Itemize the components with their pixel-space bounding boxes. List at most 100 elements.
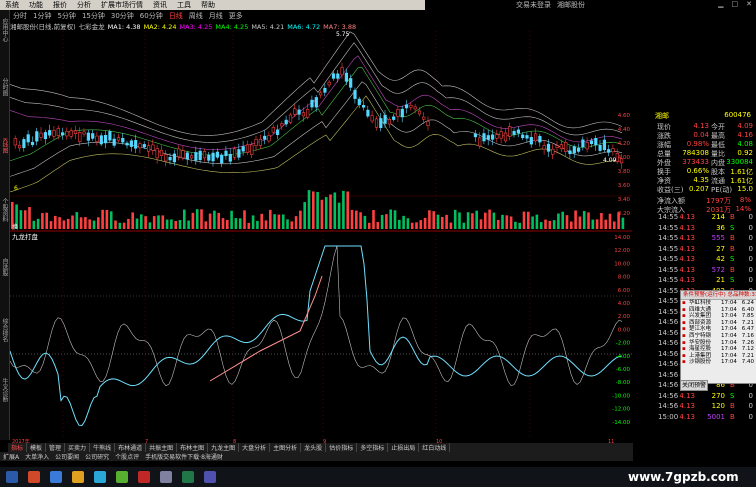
menu-item[interactable]: 帮助 <box>196 0 220 10</box>
indicator-tab[interactable]: 买卖力 <box>65 443 91 452</box>
indicator-tab[interactable]: 共振主图 <box>146 443 178 452</box>
candle-body <box>35 131 39 142</box>
period-tab[interactable]: 月线 <box>206 11 226 21</box>
alert-row[interactable]: 兴发集团 17:04 7.85 ▪ <box>681 313 756 320</box>
side-tab[interactable]: 个股资料 <box>0 198 9 222</box>
indicator-tab[interactable]: 模板 <box>27 443 47 452</box>
alert-name: 沙钢股份 <box>689 359 712 366</box>
side-tab[interactable]: 牛叉诊断 <box>0 378 9 402</box>
indicator-tab[interactable]: 红白动线 <box>419 443 451 452</box>
start-icon[interactable] <box>6 471 18 483</box>
indicator-tab[interactable]: 指标 <box>8 443 28 452</box>
alert-row[interactable]: 沙钢股份 17:04 7.40 ▪ <box>681 359 756 366</box>
indicator-tick: 2.00 <box>618 314 631 320</box>
period-tab[interactable]: 1分钟 <box>30 11 54 21</box>
volume-bar <box>281 214 285 229</box>
menu-item[interactable]: 功能 <box>24 0 48 10</box>
indicator-tab[interactable]: 布林通道 <box>115 443 147 452</box>
indicator-tab[interactable]: 估价指标 <box>326 443 358 452</box>
candle-body <box>422 116 426 120</box>
alert-popup[interactable]: 条件预警(运行中) 总品种数:333 华虹科技 17:04 6.24 ▪ 四维大通 17:… <box>680 290 756 384</box>
volume-bar <box>299 210 302 229</box>
period-tab[interactable]: 15分钟 <box>79 11 108 21</box>
side-tab[interactable]: 分时图 <box>0 78 9 96</box>
info-tab[interactable]: 手机版交易软件下载·8海通财 <box>142 452 226 461</box>
side-tab[interactable]: 自选股 <box>0 258 9 276</box>
stock-name-link[interactable]: 湘邮股份 <box>554 0 588 10</box>
alert-row[interactable]: 华虹科技 17:04 6.24 ▪ <box>681 300 756 307</box>
candle-body <box>486 135 490 140</box>
app-icon[interactable] <box>28 471 40 483</box>
info-tab[interactable]: 个股点评 <box>112 452 142 461</box>
period-tab[interactable]: 30分钟 <box>108 11 137 21</box>
menu-item[interactable]: 报价 <box>48 0 72 10</box>
flow-pct: 14% <box>735 205 751 213</box>
volume-bar <box>32 220 36 229</box>
period-tab[interactable]: 分时 <box>10 11 30 21</box>
kline-chart[interactable]: 5.75 4.09 九龙打盘 6 换 4.60 4.40 4.20 4.00 3.80 3… <box>10 31 632 438</box>
info-tab[interactable]: 扩展A <box>0 452 22 461</box>
folder-icon[interactable] <box>72 471 84 483</box>
candle-body <box>220 154 224 164</box>
menu-item[interactable]: 扩展市场行情 <box>96 0 148 10</box>
period-tab[interactable]: 5分钟 <box>54 11 78 21</box>
period-tab[interactable]: 周线 <box>186 11 206 21</box>
candle-body <box>215 151 220 158</box>
status-item: MA7: 3.88 <box>323 23 357 31</box>
candle-body <box>233 148 237 158</box>
period-tab[interactable]: 60分钟 <box>137 11 166 21</box>
info-tab[interactable]: 公司研究 <box>82 452 112 461</box>
side-tab[interactable]: 应用中心 <box>0 18 9 42</box>
tick-direction: B <box>730 402 735 410</box>
volume-bar <box>574 210 577 229</box>
indicator-tab[interactable]: 止损出局 <box>388 443 420 452</box>
indicator-tab[interactable]: 多空指标 <box>357 443 389 452</box>
trade-login-link[interactable]: 交易未登录 <box>513 0 554 10</box>
menu-item[interactable]: 系统 <box>0 0 24 10</box>
menu-item[interactable]: 分析 <box>72 0 96 10</box>
indicator-tab[interactable]: 大盘分析 <box>239 443 271 452</box>
candle-body <box>104 134 108 144</box>
minimize-icon[interactable]: ▁ <box>714 0 727 8</box>
period-tab[interactable]: 更多 <box>226 11 246 21</box>
volume-bar <box>505 215 509 229</box>
indicator-tab[interactable]: 九龙主图 <box>208 443 240 452</box>
indicator-tab[interactable]: 牛熊线 <box>90 443 116 452</box>
maximize-icon[interactable]: □ <box>728 0 743 8</box>
menu-item[interactable]: 资讯 <box>148 0 172 10</box>
alert-row[interactable]: 海星控股 17:04 7.12 ▪ <box>681 346 756 353</box>
indicator-tab[interactable]: 管理 <box>46 443 66 452</box>
candle-body <box>349 78 353 88</box>
wechat-icon[interactable] <box>116 471 128 483</box>
candle-body <box>555 145 559 148</box>
tick-direction: B <box>730 412 735 421</box>
alert-flag-icon: ▪ <box>682 313 686 320</box>
tick-volume: 572 <box>711 265 725 274</box>
side-tab[interactable]: K线图 <box>0 138 9 154</box>
tick-price: 4.13 <box>679 255 695 263</box>
stock-app-icon[interactable] <box>138 471 150 483</box>
menu-item[interactable]: 工具 <box>172 0 196 10</box>
info-tab[interactable]: 公司要闻 <box>52 452 82 461</box>
volume-bar <box>204 221 208 229</box>
alert-row[interactable]: 西宁特钢 17:04 7.16 ▪ <box>681 333 756 340</box>
browser-icon[interactable] <box>50 471 62 483</box>
settings-icon[interactable] <box>204 471 216 483</box>
candle-body <box>598 145 602 151</box>
indicator-tick: -4.00 <box>616 354 631 360</box>
volume-bar <box>557 213 560 229</box>
info-tab[interactable]: 大单净入 <box>22 452 52 461</box>
media-icon[interactable] <box>160 471 172 483</box>
close-alert-button[interactable]: 关闭预警 <box>680 380 708 391</box>
side-tab[interactable]: 综合排名 <box>0 318 9 342</box>
alert-value: 7.40 <box>741 359 754 366</box>
excel-icon[interactable] <box>182 471 194 483</box>
indicator-tab[interactable]: 布林主图 <box>177 443 209 452</box>
close-icon[interactable]: ✕ <box>742 0 756 8</box>
qq-icon[interactable] <box>94 471 106 483</box>
quote-value2: 4.09 <box>737 122 753 130</box>
alert-row[interactable]: 楚江水电 17:04 6.47 ▪ <box>681 326 756 333</box>
indicator-tab[interactable]: 龙头股 <box>301 443 327 452</box>
indicator-tab[interactable]: 主图分析 <box>270 443 302 452</box>
period-tab[interactable]: 日线 <box>166 11 186 21</box>
